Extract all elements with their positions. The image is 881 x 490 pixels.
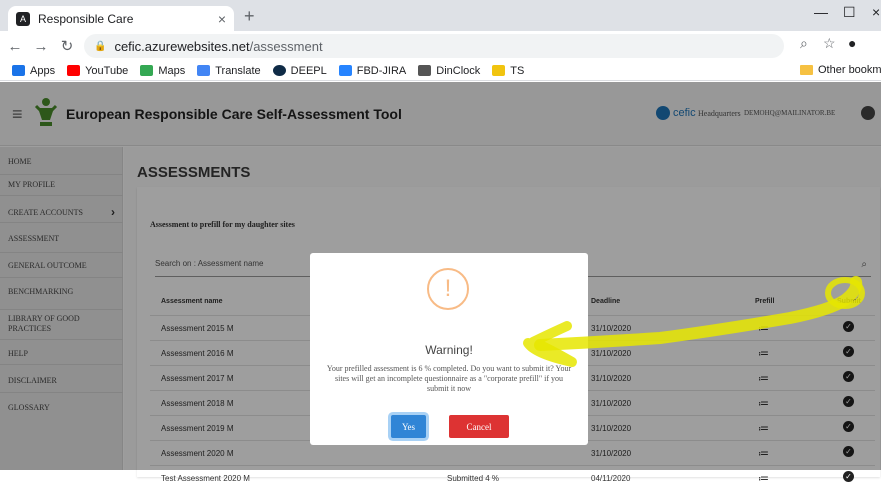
check-circle-icon[interactable]: ✓ [843, 471, 854, 482]
close-window-icon[interactable]: × [872, 4, 880, 20]
cancel-button[interactable]: Cancel [449, 415, 509, 438]
new-tab-icon[interactable]: + [244, 6, 255, 27]
address-bar[interactable]: 🔒 cefic.azurewebsites.net/assessment [84, 34, 784, 58]
bookmark-jira[interactable]: FBD-JIRA [338, 65, 406, 77]
list-icon[interactable]: ≔ [758, 472, 769, 485]
deepl-icon [272, 65, 286, 76]
minimize-icon[interactable]: — [814, 4, 828, 20]
url-domain: cefic.azurewebsites.net [114, 38, 250, 54]
youtube-icon [67, 65, 81, 76]
bookmark-translate[interactable]: Translate [197, 65, 261, 77]
browser-tab[interactable]: A Responsible Care × [8, 6, 234, 31]
bookmark-apps[interactable]: Apps [12, 65, 55, 77]
warning-icon: ! [427, 268, 469, 310]
zoom-icon[interactable]: ⌕ [800, 35, 808, 52]
bookmark-youtube[interactable]: YouTube [67, 65, 128, 77]
jira-icon [338, 65, 352, 76]
yes-button[interactable]: Yes [391, 415, 426, 438]
forward-icon[interactable]: → [30, 38, 52, 55]
close-tab-icon[interactable]: × [218, 11, 226, 27]
maximize-icon[interactable]: ☐ [843, 4, 856, 21]
hourglass-icon [418, 65, 432, 76]
profile-icon[interactable]: ● [848, 35, 856, 51]
browser-toolbar: ← → ↻ 🔒 cefic.azurewebsites.net/assessme… [0, 31, 881, 61]
other-bookmarks[interactable]: Other bookmar [800, 64, 881, 76]
warning-dialog: ! Warning! Your prefilled assessment is … [310, 253, 588, 445]
translate-icon [197, 65, 211, 76]
maps-icon [140, 65, 154, 76]
browser-tab-strip: A Responsible Care × + — ☐ × [0, 0, 881, 31]
lock-icon: 🔒 [94, 40, 107, 52]
star-icon[interactable]: ☆ [823, 35, 836, 52]
bookmark-maps[interactable]: Maps [140, 65, 185, 77]
deadline-value: 04/11/2020 [591, 474, 631, 483]
folder-icon [800, 65, 813, 75]
status-value: Submitted 4 % [447, 474, 500, 483]
bookmark-dinclock[interactable]: DinClock [418, 65, 480, 77]
tab-title: Responsible Care [38, 11, 134, 26]
reload-icon[interactable]: ↻ [56, 37, 78, 55]
dialog-title: Warning! [425, 343, 473, 357]
apps-grid-icon [12, 65, 25, 76]
assessment-name: Test Assessment 2020 M [161, 474, 250, 483]
ts-icon [492, 65, 506, 76]
bookmark-ts[interactable]: TS [492, 65, 524, 77]
bookmarks-bar: Apps YouTube Maps Translate DEEPL FBD-JI… [0, 61, 881, 81]
back-icon[interactable]: ← [4, 38, 26, 55]
site-favicon-icon: A [16, 11, 30, 26]
url-path: /assessment [249, 38, 323, 54]
dialog-message: Your prefilled assessment is 6 % complet… [326, 364, 572, 393]
bookmark-deepl[interactable]: DEEPL [272, 65, 327, 77]
